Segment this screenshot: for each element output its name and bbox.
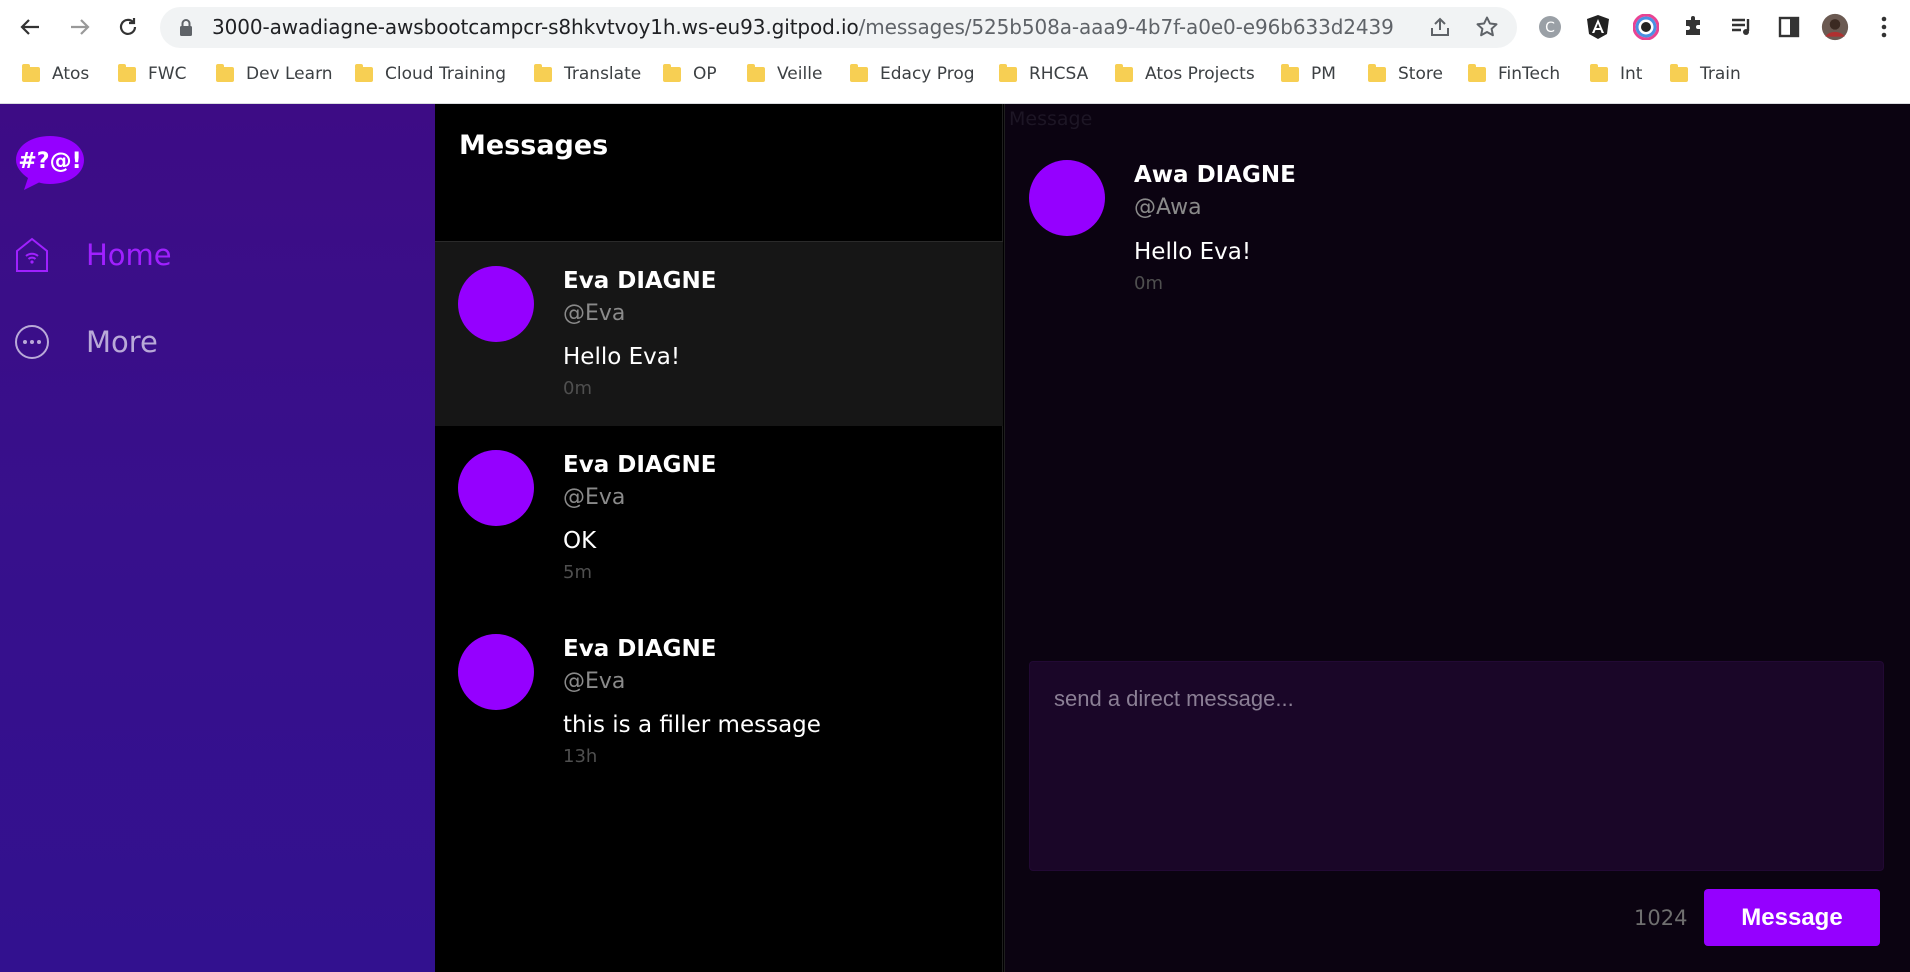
puzzle-extensions-icon[interactable] <box>1680 13 1708 41</box>
bookmark-folder[interactable]: Atos Projects <box>1115 60 1255 88</box>
folder-icon <box>355 63 373 82</box>
send-message-button[interactable]: Message <box>1704 889 1880 946</box>
folder-icon <box>1670 63 1688 82</box>
folder-icon <box>1590 63 1608 82</box>
bookmark-folder[interactable]: Edacy Prog <box>850 60 975 88</box>
bookmark-folder[interactable]: Store <box>1368 60 1443 88</box>
bookmark-folder[interactable]: Train <box>1670 60 1741 88</box>
bookmark-folder[interactable]: Veille <box>747 60 822 88</box>
bookmark-folder[interactable]: Int <box>1590 60 1642 88</box>
lock-icon <box>180 19 192 36</box>
sender-name: Eva DIAGNE <box>563 452 717 478</box>
message-input[interactable] <box>1030 662 1883 870</box>
folder-icon <box>216 63 234 82</box>
bookmark-folder[interactable]: FinTech <box>1468 60 1560 88</box>
sidebar-item-more[interactable]: More <box>14 324 158 360</box>
reload-icon <box>119 18 137 35</box>
media-queue-icon[interactable] <box>1728 13 1756 41</box>
side-panel-icon[interactable] <box>1775 13 1803 41</box>
character-counter: 1024 <box>1634 906 1688 930</box>
folder-icon <box>747 63 765 82</box>
message-group-item[interactable]: Eva DIAGNE @Eva Hello Eva! 0m <box>435 242 1003 426</box>
bookmark-folder[interactable]: Dev Learn <box>216 60 333 88</box>
message-time: 13h <box>563 746 598 767</box>
folder-icon <box>118 63 136 82</box>
conversation-label: Message <box>1009 108 1093 130</box>
url-host: 3000-awadiagne-awsbootcampcr-s8hkvtvoy1h… <box>212 15 859 39</box>
sender-name: Eva DIAGNE <box>563 636 717 662</box>
avatar <box>458 634 534 710</box>
message-time: 0m <box>563 378 592 399</box>
browser-toolbar: 3000-awadiagne-awsbootcampcr-s8hkvtvoy1h… <box>0 0 1910 55</box>
address-bar[interactable]: 3000-awadiagne-awsbootcampcr-s8hkvtvoy1h… <box>160 7 1517 48</box>
folder-icon <box>1368 63 1386 82</box>
bookmarks-bar: Atos FWC Dev Learn Cloud Training Transl… <box>0 56 1910 92</box>
browser-chrome: 3000-awadiagne-awsbootcampcr-s8hkvtvoy1h… <box>0 0 1910 104</box>
conversation-panel: Message Awa DIAGNE @Awa Hello Eva! 0m <box>1004 104 1910 972</box>
bookmark-folder[interactable]: FWC <box>118 60 186 88</box>
url-text: 3000-awadiagne-awsbootcampcr-s8hkvtvoy1h… <box>212 7 1394 48</box>
arrow-right-icon <box>71 19 90 35</box>
angular-extension-icon[interactable] <box>1584 13 1612 41</box>
sender-name: Eva DIAGNE <box>563 268 717 294</box>
extension-c-icon[interactable]: C <box>1536 13 1564 41</box>
message-text: this is a filler message <box>563 712 821 738</box>
message-group-item[interactable]: Eva DIAGNE @Eva this is a filler message… <box>435 610 1003 794</box>
sidebar-item-home[interactable]: Home <box>14 236 172 274</box>
folder-icon <box>1468 63 1486 82</box>
folder-icon <box>663 63 681 82</box>
bookmark-folder[interactable]: Atos <box>22 60 89 88</box>
sidebar: #?@! Home More <box>0 104 435 972</box>
message-group-item[interactable]: Eva DIAGNE @Eva OK 5m <box>435 426 1003 610</box>
forward-button[interactable] <box>64 11 96 43</box>
folder-icon <box>22 63 40 82</box>
bookmark-folder[interactable]: Cloud Training <box>355 60 506 88</box>
reload-button[interactable] <box>112 11 144 43</box>
app: #?@! Home More Messages Eva DIAGNE @Eva … <box>0 104 1910 972</box>
home-icon <box>16 237 48 272</box>
bookmark-folder[interactable]: Translate <box>534 60 641 88</box>
message-text: Hello Eva! <box>1134 239 1252 265</box>
sender-handle: @Eva <box>563 485 626 510</box>
bookmark-folder[interactable]: OP <box>663 60 717 88</box>
profile-avatar[interactable] <box>1821 13 1849 41</box>
message-time: 0m <box>1134 273 1163 294</box>
back-button[interactable] <box>14 11 46 43</box>
browser-menu-icon[interactable] <box>1870 13 1898 41</box>
url-path: /messages/525b508a-aaa9-4b7f-a0e0-e96b63… <box>858 15 1394 39</box>
folder-icon <box>850 63 868 82</box>
message-composer <box>1029 661 1884 871</box>
bookmark-star-icon[interactable] <box>1475 15 1499 39</box>
sender-handle: @Awa <box>1134 195 1202 220</box>
message-text: Hello Eva! <box>563 344 681 370</box>
page-title: Messages <box>459 130 609 161</box>
avatar <box>1029 160 1105 236</box>
bookmark-folder[interactable]: PM <box>1281 60 1336 88</box>
message-group-feed: Messages Eva DIAGNE @Eva Hello Eva! 0m E… <box>435 104 1003 972</box>
app-logo[interactable]: #?@! <box>14 132 86 192</box>
sidebar-item-label: More <box>86 325 158 359</box>
bookmark-folder[interactable]: RHCSA <box>999 60 1088 88</box>
more-icon <box>15 325 49 359</box>
folder-icon <box>534 63 552 82</box>
color-picker-extension-icon[interactable] <box>1632 13 1660 41</box>
svg-text:C: C <box>1545 20 1555 36</box>
folder-icon <box>1281 63 1299 82</box>
folder-icon <box>1115 63 1133 82</box>
sender-handle: @Eva <box>563 669 626 694</box>
logo-text: #?@! <box>18 149 81 174</box>
message-time: 5m <box>563 562 592 583</box>
folder-icon <box>999 63 1017 82</box>
sender-handle: @Eva <box>563 301 626 326</box>
avatar <box>458 450 534 526</box>
sidebar-item-label: Home <box>86 238 172 272</box>
message-text: OK <box>563 528 597 554</box>
share-icon[interactable] <box>1429 16 1451 38</box>
avatar <box>458 266 534 342</box>
sender-name: Awa DIAGNE <box>1134 162 1296 188</box>
arrow-left-icon <box>20 19 39 35</box>
